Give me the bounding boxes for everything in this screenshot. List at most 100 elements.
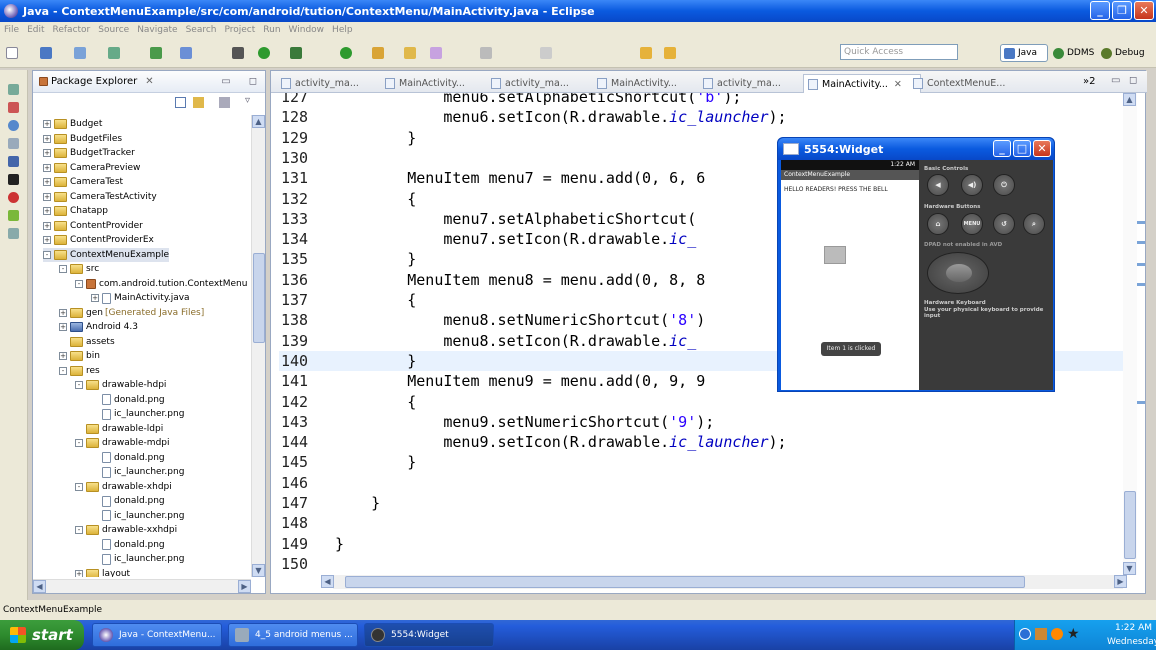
problems-icon[interactable] <box>8 192 19 203</box>
maximize-icon[interactable]: ◻ <box>249 76 257 87</box>
toggle-mark-icon[interactable] <box>540 47 552 59</box>
editor-horizontal-scrollbar[interactable]: ◀ ▶ <box>321 575 1127 589</box>
forward-arrow-icon[interactable] <box>664 47 676 59</box>
perspective-java-button[interactable]: Java <box>1000 44 1048 62</box>
tree-item[interactable]: - drawable-mdpi <box>75 436 170 450</box>
expand-icon[interactable]: + <box>43 236 51 244</box>
clock-time[interactable]: 1:22 AM <box>1115 623 1152 633</box>
dpad[interactable] <box>927 252 989 294</box>
overview-marker[interactable] <box>1137 221 1145 224</box>
taskbar-item-eclipse[interactable]: Java - ContextMenu... <box>92 623 222 647</box>
close-icon[interactable]: ✕ <box>145 76 153 87</box>
tree-item[interactable]: - src <box>59 262 99 276</box>
code-line[interactable]: 145 } <box>279 452 1125 472</box>
volume-up-button[interactable]: ◀) <box>961 174 983 196</box>
emulator-close-button[interactable]: ✕ <box>1033 140 1051 157</box>
annotation-icon[interactable] <box>480 47 492 59</box>
home-button[interactable]: ⌂ <box>927 213 949 235</box>
back-arrow-icon[interactable] <box>640 47 652 59</box>
menu-navigate[interactable]: Navigate <box>137 25 177 35</box>
tree-item[interactable]: donald.png <box>91 393 165 407</box>
link-editor-icon[interactable] <box>193 97 204 108</box>
menu-help[interactable]: Help <box>332 25 353 35</box>
minimize-button[interactable]: _ <box>1090 1 1110 20</box>
package-explorer-tab[interactable]: Package Explorer ✕ ▭ ◻ <box>33 71 265 93</box>
tree-item[interactable]: - com.android.tution.ContextMenu <box>75 277 247 291</box>
tree-item[interactable]: ic_launcher.png <box>91 509 184 523</box>
tree-item[interactable]: + CameraTestActivity <box>43 190 157 204</box>
tree-item[interactable]: - drawable-xhdpi <box>75 480 172 494</box>
tree-item[interactable]: ic_launcher.png <box>91 552 184 566</box>
scroll-thumb[interactable] <box>345 576 1025 588</box>
tree-item[interactable]: + bin <box>59 349 100 363</box>
overview-marker[interactable] <box>1137 263 1145 266</box>
tree-item[interactable]: - drawable-xxhdpi <box>75 523 177 537</box>
tree-item[interactable]: + BudgetTracker <box>43 146 135 160</box>
editor-vertical-scrollbar[interactable]: ▲ ▼ <box>1123 93 1137 575</box>
tab-editor-file[interactable]: activity_ma... <box>487 74 587 93</box>
tree-item[interactable]: donald.png <box>91 451 165 465</box>
collapse-icon[interactable]: - <box>75 279 83 288</box>
emulator-maximize-button[interactable]: □ <box>1013 140 1031 157</box>
code-line[interactable]: 128 menu6.setIcon(R.drawable.ic_launcher… <box>279 107 1125 127</box>
collapse-icon[interactable]: - <box>75 381 83 389</box>
tree-item[interactable]: + BudgetFiles <box>43 132 122 146</box>
java-update-icon[interactable] <box>1035 628 1047 640</box>
run-icon[interactable] <box>258 47 270 59</box>
window-title-bar[interactable]: Java - ContextMenuExample/src/com/androi… <box>0 0 1156 22</box>
tab-editor-file[interactable]: MainActivity... <box>593 74 693 93</box>
tree-item[interactable]: + ContentProvider <box>43 219 143 233</box>
star-icon[interactable]: ★ <box>1067 626 1080 642</box>
taskbar-item-emulator[interactable]: 5554:Widget <box>364 623 494 647</box>
collapse-icon[interactable]: - <box>75 482 83 491</box>
collapse-icon[interactable]: - <box>75 526 83 534</box>
search-button[interactable]: ⌕ <box>1023 213 1045 235</box>
device-screen[interactable]: 1:22 AM ContextMenuExample HELLO READERS… <box>781 160 919 390</box>
expand-icon[interactable]: + <box>43 120 51 128</box>
tab-editor-file[interactable]: activity_ma... <box>699 74 799 93</box>
tab-editor-file[interactable]: MainActivity... ✕ <box>803 74 921 93</box>
start-button[interactable]: start <box>0 620 84 650</box>
tree-item[interactable]: + CameraTest <box>43 175 123 189</box>
tree-item[interactable]: + Chatapp <box>43 204 108 218</box>
view-menu-icon[interactable]: ▿ <box>245 95 250 106</box>
new-icon[interactable] <box>6 47 18 59</box>
new-class-icon[interactable] <box>340 47 352 59</box>
package-explorer-horizontal-scrollbar[interactable]: ◀ ▶ <box>33 579 251 593</box>
task-list-icon[interactable] <box>8 102 19 113</box>
expand-icon[interactable]: + <box>43 178 51 186</box>
dpad-center-button[interactable] <box>946 264 972 282</box>
tab-overflow-indicator[interactable]: »2 <box>1083 76 1095 87</box>
scroll-down-arrow-icon[interactable]: ▼ <box>252 564 265 577</box>
code-line[interactable]: 127 menu6.setAlphabeticShortcut('b'); <box>279 93 1125 107</box>
back-arrow-icon[interactable] <box>1019 628 1031 640</box>
tree-item[interactable]: ic_launcher.png <box>91 465 184 479</box>
restore-view-icon[interactable] <box>8 84 19 95</box>
collapse-icon[interactable]: - <box>59 366 67 375</box>
expand-icon[interactable]: + <box>43 192 51 201</box>
menu-edit[interactable]: Edit <box>27 25 44 35</box>
tree-item[interactable]: + layout <box>75 567 130 577</box>
emulator-window[interactable]: 5554:Widget _ □ ✕ 1:22 AM ContextMenuExa… <box>777 137 1055 392</box>
tab-editor-file[interactable]: MainActivity... <box>381 74 481 93</box>
code-line[interactable]: 148 <box>279 513 1125 533</box>
android-icon[interactable] <box>8 210 19 221</box>
scroll-right-arrow-icon[interactable]: ▶ <box>238 580 251 593</box>
collapse-all-icon[interactable] <box>175 97 186 108</box>
tab-editor-file[interactable]: activity_ma... <box>277 74 377 93</box>
tree-item[interactable]: assets <box>59 335 115 349</box>
search-view-icon[interactable] <box>8 138 19 149</box>
tree-item[interactable]: + CameraPreview <box>43 161 140 175</box>
overview-marker[interactable] <box>1137 401 1145 404</box>
tree-item[interactable]: ic_launcher.png <box>91 407 184 421</box>
scroll-down-arrow-icon[interactable]: ▼ <box>1123 562 1136 575</box>
expand-icon[interactable]: + <box>59 323 67 331</box>
menu-search[interactable]: Search <box>186 25 217 35</box>
open-type-icon[interactable] <box>372 47 384 59</box>
tree-item[interactable]: + ContentProviderEx <box>43 233 154 247</box>
package-explorer-vertical-scrollbar[interactable]: ▲ ▼ <box>251 115 265 577</box>
logcat-icon[interactable] <box>8 174 19 185</box>
android-sdk-icon[interactable] <box>150 47 162 59</box>
collapse-icon[interactable]: - <box>43 250 51 259</box>
scroll-up-arrow-icon[interactable]: ▲ <box>252 115 265 128</box>
